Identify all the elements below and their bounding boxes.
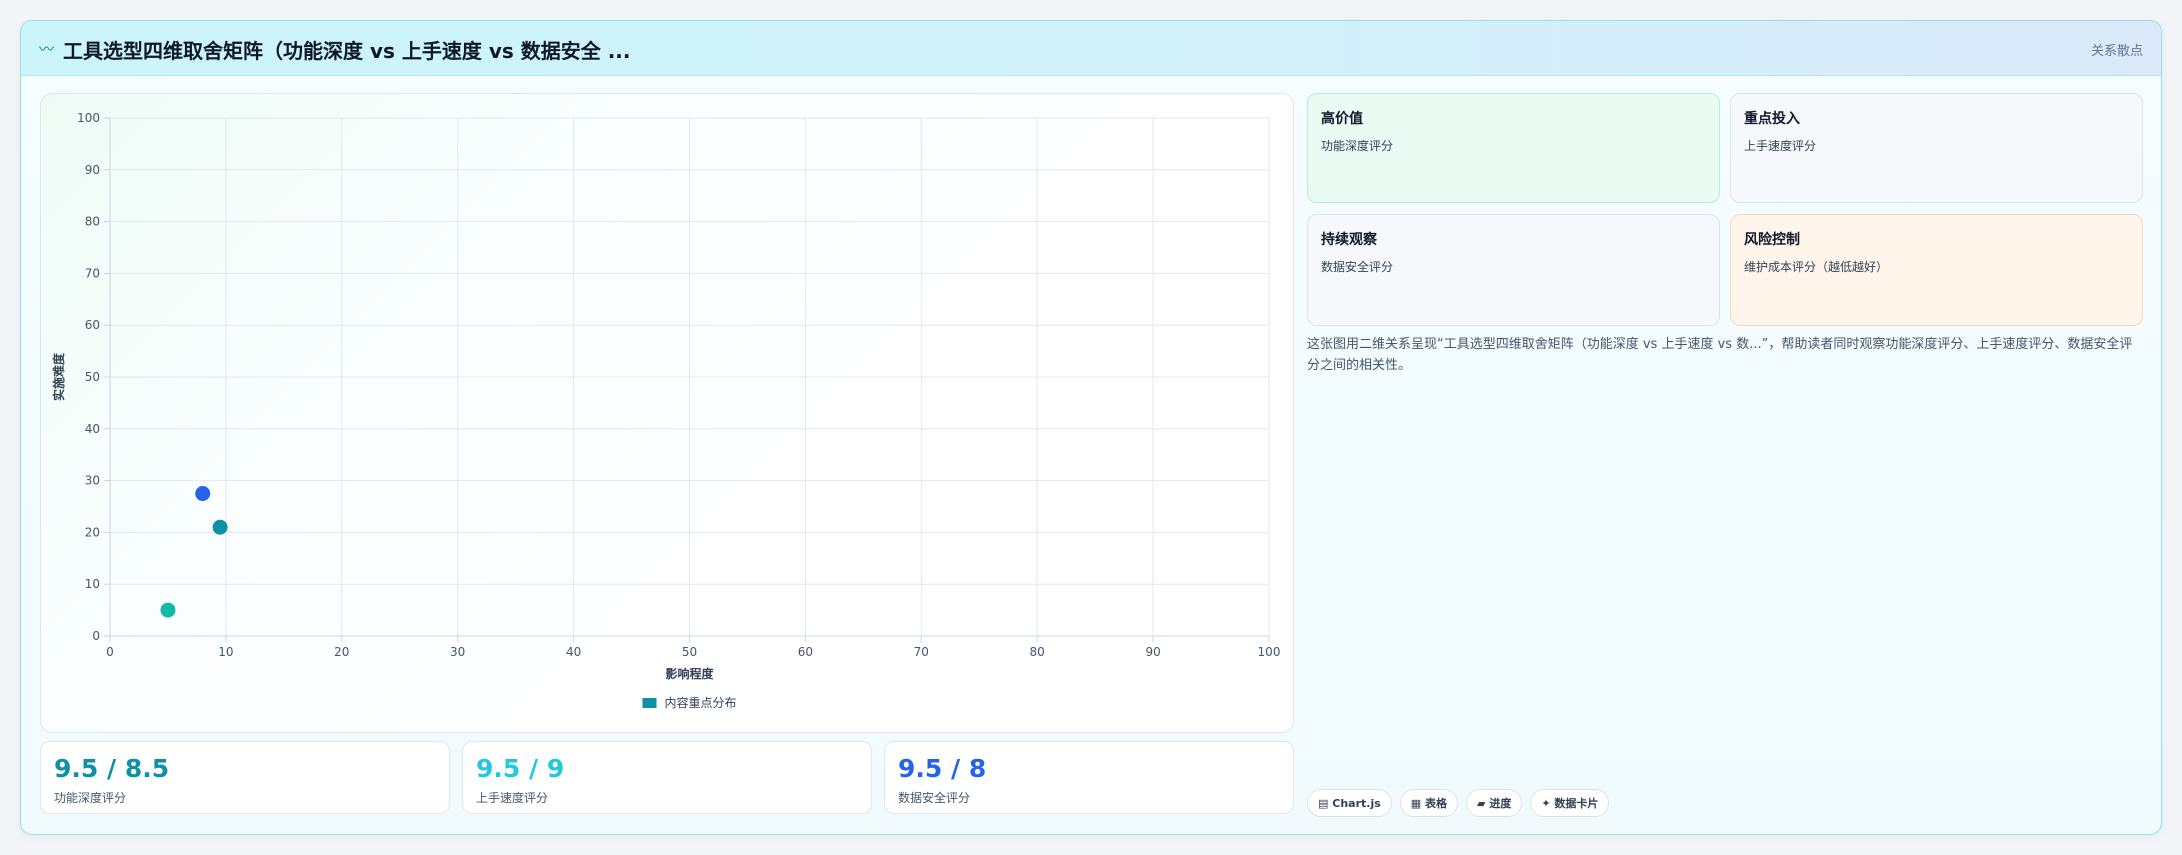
quadrant-desc: 上手速度评分 bbox=[1744, 139, 1817, 153]
y-tick-label: 70 bbox=[85, 266, 100, 280]
scatter-chart: 0 10 20 30 40 50 60 70 80 90 100 0 10 20 30 40 50 60 70 80 9… bbox=[51, 111, 1281, 710]
y-tick-label: 0 bbox=[92, 629, 100, 643]
data-point bbox=[160, 602, 176, 618]
sparkle-icon: ✦ bbox=[1541, 796, 1551, 810]
quadrant-desc: 维护成本评分（越低越好） bbox=[1744, 260, 1889, 274]
x-tick-label: 20 bbox=[334, 645, 349, 659]
stat-card-3: 9.5 / 8 数据安全评分 bbox=[884, 741, 1294, 814]
tag-label: 表格 bbox=[1425, 797, 1448, 810]
quadrant-desc: 功能深度评分 bbox=[1321, 139, 1394, 153]
stat-label: 数据安全评分 bbox=[898, 791, 971, 805]
tag-label: 数据卡片 bbox=[1554, 797, 1599, 810]
x-tick-label: 30 bbox=[450, 645, 465, 659]
y-axis-title: 实施难度 bbox=[51, 352, 66, 401]
x-tick-label: 60 bbox=[798, 645, 813, 659]
stat-value: 9.5 / 8 bbox=[898, 754, 987, 783]
tag-chartjs[interactable]: ▤ Chart.js bbox=[1307, 789, 1392, 817]
x-tick-label: 0 bbox=[106, 645, 114, 659]
x-tick-label: 70 bbox=[914, 645, 929, 659]
progress-icon: ▰ bbox=[1477, 796, 1486, 810]
quadrant-focus-invest: 重点投入 上手速度评分 bbox=[1730, 93, 2143, 203]
card-header: 〰 工具选型四维取舍矩阵（功能深度 vs 上手速度 vs 数据安全 ... 关系… bbox=[21, 21, 2161, 76]
y-tick-label: 60 bbox=[85, 318, 100, 332]
quadrant-title: 持续观察 bbox=[1321, 232, 1377, 248]
tech-tags: ▤ Chart.js ▦ 表格 ▰ 进度 ✦ 数据卡片 bbox=[1307, 789, 1610, 817]
quadrant-observe: 持续观察 数据安全评分 bbox=[1307, 214, 1720, 326]
table-icon: ▦ bbox=[1410, 796, 1422, 810]
stat-value: 9.5 / 9 bbox=[476, 754, 565, 783]
tag-table[interactable]: ▦ 表格 bbox=[1399, 789, 1459, 817]
quadrant-title: 风险控制 bbox=[1744, 232, 1800, 248]
data-point bbox=[195, 486, 211, 502]
x-tick-label: 50 bbox=[682, 645, 697, 659]
x-tick-label: 90 bbox=[1145, 645, 1160, 659]
y-tick-label: 40 bbox=[85, 422, 100, 436]
chart-panel: 0 10 20 30 40 50 60 70 80 90 100 0 10 20 30 40 50 60 70 80 9… bbox=[40, 93, 1294, 733]
tag-label: 进度 bbox=[1489, 797, 1512, 810]
y-tick-label: 20 bbox=[85, 525, 100, 539]
y-tick-label: 50 bbox=[85, 370, 100, 384]
y-tick-label: 90 bbox=[85, 163, 100, 177]
stat-value: 9.5 / 8.5 bbox=[54, 754, 170, 783]
chart-type-badge: 关系散点 bbox=[2090, 44, 2143, 59]
quadrant-title: 重点投入 bbox=[1744, 111, 1800, 127]
tag-data-card[interactable]: ✦ 数据卡片 bbox=[1530, 789, 1610, 817]
x-tick-label: 80 bbox=[1030, 645, 1045, 659]
chart-icon: ▤ bbox=[1318, 796, 1329, 810]
quadrant-high-value: 高价值 功能深度评分 bbox=[1307, 93, 1720, 203]
quadrant-title: 高价值 bbox=[1321, 111, 1363, 127]
line-chart-icon: 〰 bbox=[39, 40, 55, 58]
y-tick-label: 10 bbox=[85, 577, 100, 591]
x-tick-label: 40 bbox=[566, 645, 581, 659]
tag-progress[interactable]: ▰ 进度 bbox=[1466, 789, 1523, 817]
x-axis-title: 影响程度 bbox=[665, 666, 714, 681]
stat-card-1: 9.5 / 8.5 功能深度评分 bbox=[40, 741, 450, 814]
y-tick-label: 80 bbox=[85, 215, 100, 229]
dashboard-card: 〰 工具选型四维取舍矩阵（功能深度 vs 上手速度 vs 数据安全 ... 关系… bbox=[20, 20, 2162, 835]
y-tick-label: 30 bbox=[85, 474, 100, 488]
card-title: 工具选型四维取舍矩阵（功能深度 vs 上手速度 vs 数据安全 ... bbox=[63, 39, 631, 63]
stat-label: 上手速度评分 bbox=[476, 791, 549, 805]
x-tick-label: 100 bbox=[1258, 645, 1281, 659]
chart-description: 这张图用二维关系呈现“工具选型四维取舍矩阵（功能深度 vs 上手速度 vs 数.… bbox=[1307, 337, 2133, 373]
tag-label: Chart.js bbox=[1332, 796, 1381, 810]
legend-swatch bbox=[642, 698, 657, 708]
x-tick-label: 10 bbox=[218, 645, 233, 659]
legend-label: 内容重点分布 bbox=[665, 695, 737, 710]
y-tick-label: 100 bbox=[77, 111, 100, 125]
quadrant-desc: 数据安全评分 bbox=[1321, 260, 1394, 274]
stat-label: 功能深度评分 bbox=[54, 791, 127, 805]
quadrant-risk-control: 风险控制 维护成本评分（越低越好） bbox=[1730, 214, 2143, 326]
data-point bbox=[212, 519, 228, 535]
stat-card-2: 9.5 / 9 上手速度评分 bbox=[462, 741, 872, 814]
